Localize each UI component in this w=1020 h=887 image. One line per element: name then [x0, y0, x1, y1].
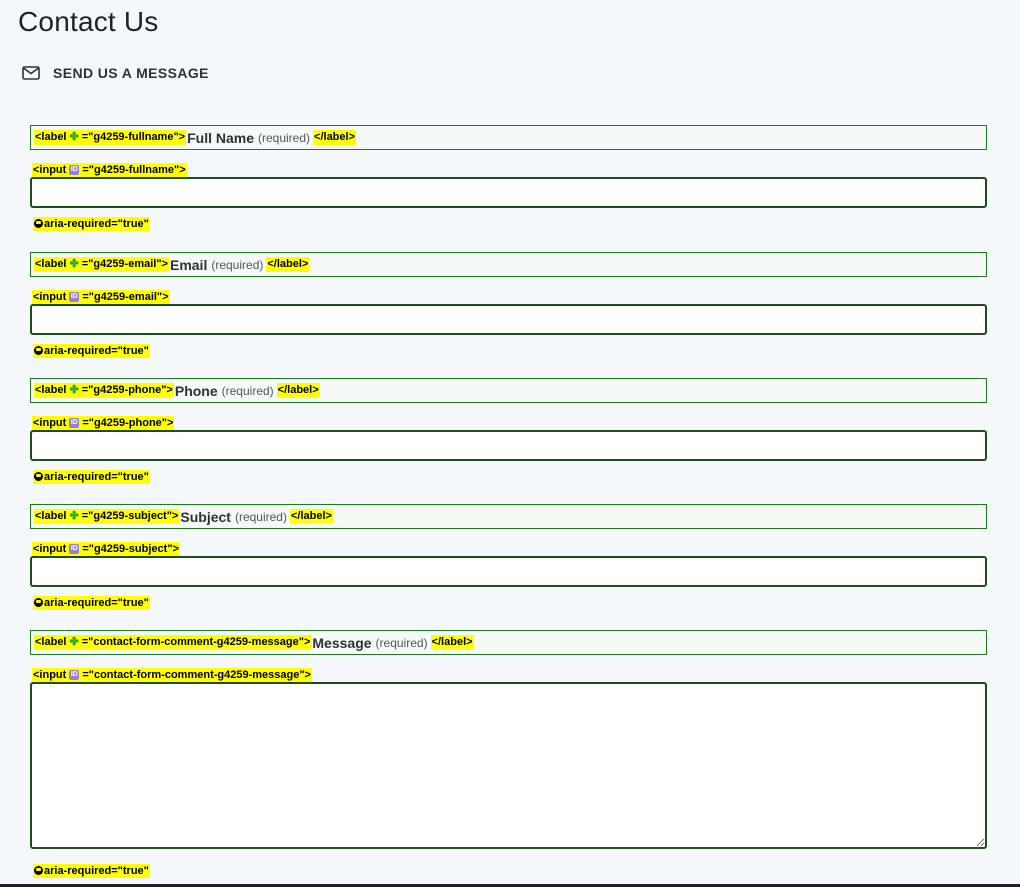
label-text: Subject — [180, 508, 231, 525]
label-tag-close: </label> — [430, 635, 474, 650]
phone-input[interactable] — [30, 430, 987, 461]
fullname-input[interactable] — [30, 177, 987, 208]
aria-tag: aria-required="true" — [33, 470, 150, 484]
clover-icon: ✤ — [69, 510, 79, 522]
label-text: Email — [169, 256, 208, 273]
required-text: (required) — [211, 257, 264, 272]
clover-icon: ✤ — [69, 131, 79, 143]
label-tag-close: </label> — [276, 383, 320, 398]
label-subject[interactable]: <label ✤ ="g4259-subject"> Subject (requir… — [30, 504, 987, 529]
mail-icon — [22, 66, 40, 80]
required-text: (required) — [221, 383, 274, 398]
input-tag: <input ID ="contact-form-comment-g4259-mes… — [32, 668, 312, 682]
label-tag-close: </label> — [266, 257, 310, 272]
accessibility-icon — [34, 598, 43, 607]
label-tag-close: </label> — [289, 509, 333, 524]
label-phone[interactable]: <label ✤ ="g4259-phone"> Phone (required) … — [30, 378, 987, 403]
input-tag: <input ID ="g4259-subject"> — [32, 542, 180, 556]
required-text: (required) — [234, 509, 287, 524]
input-tag-row: <input ID ="g4259-fullname"> — [30, 160, 987, 177]
aria-row: aria-required="true" — [30, 861, 987, 878]
field-email: <label ✤ ="g4259-email"> Email (required) … — [30, 252, 987, 358]
id-badge-icon: ID — [69, 165, 80, 176]
aria-row: aria-required="true" — [30, 467, 987, 484]
label-text: Phone — [174, 382, 218, 399]
id-badge-icon: ID — [69, 544, 80, 555]
id-badge-icon: ID — [69, 418, 80, 429]
contact-page: Contact Us SEND US A MESSAGE <label ✤ ="g4… — [0, 0, 1020, 887]
accessibility-icon — [34, 472, 43, 481]
input-tag: <input ID ="g4259-fullname"> — [32, 163, 187, 177]
label-tag-open: <label ✤ ="g4259-subject"> — [34, 509, 180, 524]
label-text: Full Name — [187, 129, 254, 146]
accessibility-icon — [34, 346, 43, 355]
id-badge-icon: ID — [69, 670, 80, 681]
label-message[interactable]: <label ✤ ="contact-form-comment-g4259-mess… — [30, 630, 987, 655]
required-text: (required) — [375, 635, 428, 650]
aria-tag: aria-required="true" — [33, 864, 150, 878]
required-text: (required) — [258, 130, 311, 145]
label-tag-open: <label ✤ ="g4259-fullname"> — [34, 130, 187, 145]
accessibility-icon — [34, 219, 43, 228]
section-header: SEND US A MESSAGE — [22, 63, 209, 83]
email-input[interactable] — [30, 304, 987, 335]
clover-icon: ✤ — [69, 384, 79, 396]
aria-tag: aria-required="true" — [33, 596, 150, 610]
subject-input[interactable] — [30, 556, 987, 587]
clover-icon: ✤ — [69, 636, 79, 648]
aria-tag: aria-required="true" — [33, 344, 150, 358]
aria-tag: aria-required="true" — [33, 217, 150, 231]
input-tag: <input ID ="g4259-email"> — [32, 290, 170, 304]
aria-row: aria-required="true" — [30, 214, 987, 231]
aria-row: aria-required="true" — [30, 593, 987, 610]
field-phone: <label ✤ ="g4259-phone"> Phone (required) … — [30, 378, 987, 484]
section-title: SEND US A MESSAGE — [53, 65, 209, 81]
accessibility-icon — [34, 866, 43, 875]
label-text: Message — [312, 634, 372, 651]
label-tag-open: <label ✤ ="contact-form-comment-g4259-mess… — [34, 635, 312, 650]
input-tag-row: <input ID ="g4259-phone"> — [30, 413, 987, 430]
message-textarea[interactable] — [30, 682, 987, 849]
input-tag-row: <input ID ="g4259-email"> — [30, 287, 987, 304]
input-tag-row: <input ID ="contact-form-comment-g4259-mes… — [30, 665, 987, 682]
aria-row: aria-required="true" — [30, 341, 987, 358]
label-tag-open: <label ✤ ="g4259-phone"> — [34, 383, 174, 398]
field-subject: <label ✤ ="g4259-subject"> Subject (requir… — [30, 504, 987, 610]
input-tag: <input ID ="g4259-phone"> — [32, 416, 175, 430]
label-fullname[interactable]: <label ✤ ="g4259-fullname"> Full Name (req… — [30, 125, 987, 150]
input-tag-row: <input ID ="g4259-subject"> — [30, 539, 987, 556]
field-message: <label ✤ ="contact-form-comment-g4259-mess… — [30, 630, 987, 878]
label-tag-open: <label ✤ ="g4259-email"> — [34, 257, 169, 272]
field-fullname: <label ✤ ="g4259-fullname"> Full Name (req… — [30, 125, 987, 231]
label-tag-close: </label> — [313, 130, 357, 145]
id-badge-icon: ID — [69, 292, 80, 303]
clover-icon: ✤ — [69, 258, 79, 270]
page-title: Contact Us — [18, 6, 159, 37]
label-email[interactable]: <label ✤ ="g4259-email"> Email (required) … — [30, 252, 987, 277]
